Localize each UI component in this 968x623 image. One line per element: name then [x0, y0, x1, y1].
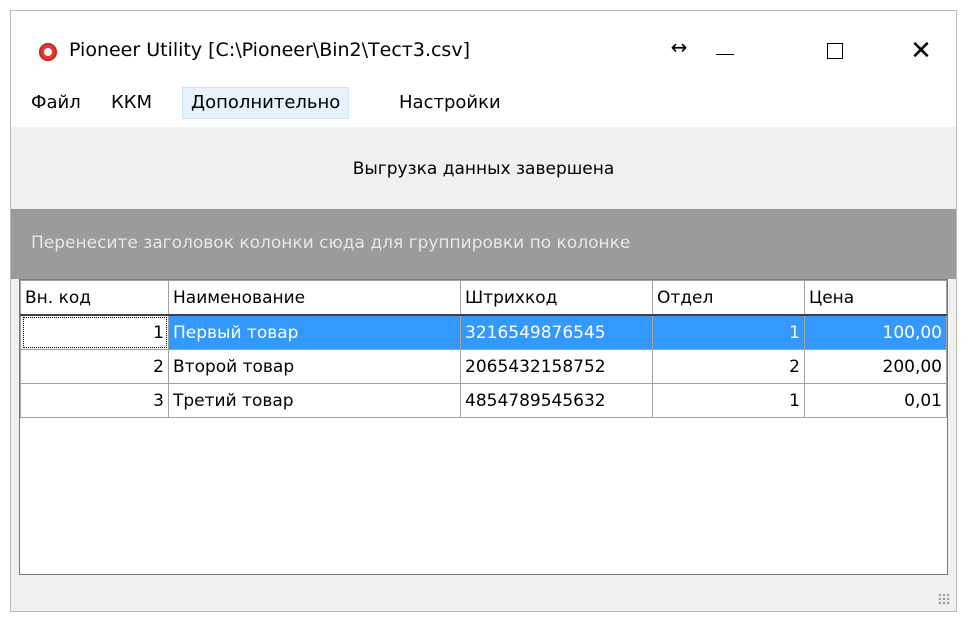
- menu-bar: Файл ККМ Дополнительно Настройки: [11, 79, 956, 127]
- app-window: Pioneer Utility [C:\Pioneer\Bin2\Тест3.c…: [10, 10, 957, 612]
- title-bar[interactable]: Pioneer Utility [C:\Pioneer\Bin2\Тест3.c…: [11, 11, 956, 79]
- group-by-hint: Перенесите заголовок колонки сюда для гр…: [31, 233, 631, 253]
- cell-department[interactable]: 1: [652, 383, 805, 418]
- window-title: Pioneer Utility [C:\Pioneer\Bin2\Тест3.c…: [69, 39, 470, 61]
- cell-name[interactable]: Второй товар: [168, 349, 461, 384]
- table-row[interactable]: 1 Первый товар 3216549876545 1 100,00: [20, 314, 947, 350]
- group-by-panel[interactable]: Перенесите заголовок колонки сюда для гр…: [11, 209, 956, 279]
- products-table: Вн. код Наименование Штрихкод Отдел Цена…: [20, 280, 947, 418]
- table-row[interactable]: 3 Третий товар 4854789545632 1 0,01: [20, 383, 947, 418]
- resize-arrows-icon: ↔: [670, 35, 688, 59]
- menu-settings[interactable]: Настройки: [391, 87, 509, 119]
- cell-price[interactable]: 100,00: [804, 314, 947, 350]
- cell-name[interactable]: Третий товар: [168, 383, 461, 418]
- cell-name[interactable]: Первый товар: [168, 314, 461, 350]
- maximize-button[interactable]: [812, 31, 858, 71]
- menu-additional[interactable]: Дополнительно: [182, 87, 350, 119]
- cell-code[interactable]: 3: [20, 383, 169, 418]
- cell-barcode[interactable]: 3216549876545: [460, 314, 653, 350]
- minimize-icon: [716, 53, 734, 55]
- resize-grip-icon[interactable]: [938, 593, 950, 605]
- menu-file[interactable]: Файл: [23, 87, 89, 119]
- column-header-barcode[interactable]: Штрихкод: [460, 280, 653, 316]
- cell-barcode[interactable]: 4854789545632: [460, 383, 653, 418]
- column-header-code[interactable]: Вн. код: [20, 280, 169, 316]
- column-header-name[interactable]: Наименование: [168, 280, 461, 316]
- maximize-icon: [827, 43, 843, 59]
- cell-price[interactable]: 200,00: [804, 349, 947, 384]
- status-message: Выгрузка данных завершена: [352, 159, 615, 179]
- cell-barcode[interactable]: 2065432158752: [460, 349, 653, 384]
- minimize-button[interactable]: [702, 31, 748, 71]
- table-row[interactable]: 2 Второй товар 2065432158752 2 200,00: [20, 349, 947, 384]
- pioneer-logo-icon: [39, 43, 57, 61]
- cell-code[interactable]: 2: [20, 349, 169, 384]
- close-button[interactable]: ✕: [898, 31, 944, 71]
- status-area: Выгрузка данных завершена: [11, 131, 956, 209]
- cell-price[interactable]: 0,01: [804, 383, 947, 418]
- menu-kkm[interactable]: ККМ: [103, 87, 160, 119]
- header-row: Вн. код Наименование Штрихкод Отдел Цена: [20, 280, 947, 316]
- column-header-price[interactable]: Цена: [804, 280, 947, 316]
- products-grid[interactable]: Вн. код Наименование Штрихкод Отдел Цена…: [19, 279, 948, 575]
- cell-code[interactable]: 1: [20, 314, 169, 350]
- status-bar: [11, 575, 956, 611]
- cell-department[interactable]: 1: [652, 314, 805, 350]
- column-header-department[interactable]: Отдел: [652, 280, 805, 316]
- cell-department[interactable]: 2: [652, 349, 805, 384]
